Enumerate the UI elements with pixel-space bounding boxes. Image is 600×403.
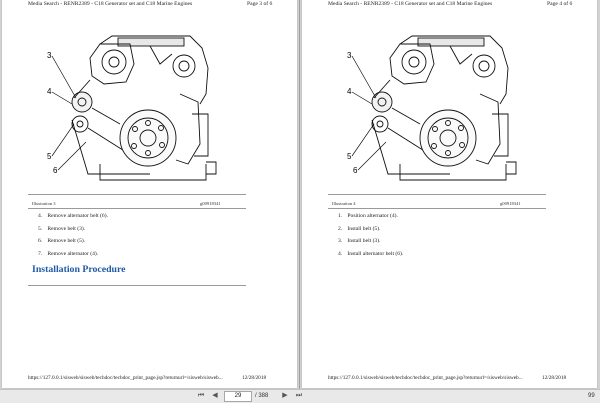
last-page-icon[interactable]: ⏭ [294, 391, 304, 401]
divider [28, 208, 246, 209]
step-item: 7. Remove alternator (4). [38, 250, 99, 257]
footer-date: 12/28/2018 [542, 375, 567, 381]
callout-3: 3 [47, 51, 52, 60]
next-page-icon[interactable]: ▶ [280, 391, 290, 401]
step-item: 3. Install belt (3). [338, 238, 381, 245]
page-header-title: Media Search - RENR2389 - C18 Generator … [328, 1, 493, 7]
page-3: Media Search - RENR2389 - C18 Generator … [2, 0, 297, 388]
callout-4: 4 [347, 87, 352, 96]
step-item: 2. Install belt (5). [338, 225, 381, 232]
divider [28, 285, 246, 286]
engine-illustration: 3 4 5 6 [47, 35, 217, 181]
first-page-icon[interactable]: ⏮ [196, 391, 206, 401]
viewer-toolbar: ⏮ ◀ 29 / 388 ▶ ⏭ 99 [0, 389, 600, 403]
page-header-number: Page 4 of 6 [547, 1, 573, 7]
callout-6: 6 [53, 166, 58, 175]
page-total: / 388 [255, 393, 269, 399]
divider [328, 194, 546, 195]
callout-5: 5 [47, 152, 52, 161]
page-header-number: Page 3 of 6 [247, 1, 273, 7]
footer-url: https://127.0.0.1/sisweb/sisweb/techdoc/… [328, 375, 523, 381]
footer-date: 12/28/2018 [242, 375, 267, 381]
page-header-title: Media Search - RENR2389 - C18 Generator … [28, 1, 193, 7]
step-item: 4. Remove alternator belt (6). [38, 213, 108, 219]
zoom-level[interactable]: 99 [588, 391, 595, 402]
figure-id: g00918341 [500, 201, 521, 206]
page-separator [299, 0, 300, 389]
page-number-input[interactable]: 29 [224, 391, 252, 402]
step-item: 4. Install alternator belt (6). [338, 250, 404, 257]
illustration-caption: Illustration 3 [32, 201, 56, 206]
divider [28, 194, 246, 195]
section-title: Installation Procedure [32, 264, 126, 275]
figure-id: g00918341 [200, 201, 221, 206]
step-item: 5. Remove belt (3). [38, 225, 86, 232]
footer-url: https://127.0.0.1/sisweb/sisweb/techdoc/… [28, 375, 223, 381]
callout-3: 3 [347, 51, 352, 60]
step-list: 1. Position alternator (4). 2. Install b… [338, 213, 403, 263]
previous-page-icon[interactable]: ◀ [210, 391, 220, 401]
divider [328, 208, 546, 209]
step-list: 4. Remove alternator belt (6). 5. Remove… [38, 213, 108, 263]
callout-4: 4 [47, 87, 52, 96]
callout-6: 6 [353, 166, 358, 175]
document-viewer[interactable]: Media Search - RENR2389 - C18 Generator … [0, 0, 600, 389]
callout-5: 5 [347, 152, 352, 161]
step-item: 1. Position alternator (4). [338, 213, 398, 219]
engine-illustration: 3 4 5 6 [347, 35, 517, 181]
illustration-caption: Illustration 4 [332, 201, 356, 206]
step-item: 6. Remove belt (5). [38, 238, 86, 245]
page-4: Media Search - RENR2389 - C18 Generator … [302, 0, 597, 388]
